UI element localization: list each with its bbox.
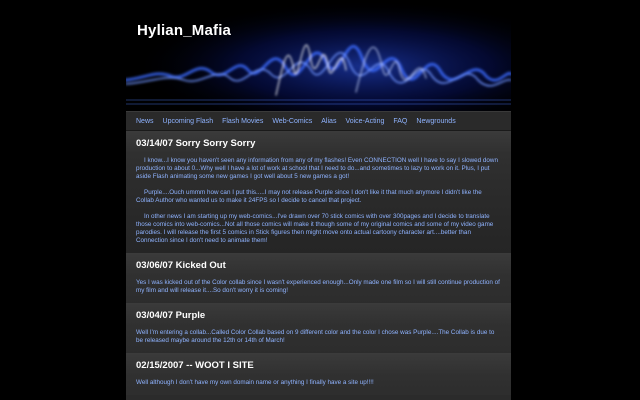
nav-alias[interactable]: Alias [321,118,336,125]
site-title: Hylian_Mafia [137,22,232,39]
news-post: 03/14/07 Sorry Sorry Sorry I know...I kn… [126,131,511,253]
post-body: Well although I don't have my own domain… [136,379,501,387]
post-title: 02/15/2007 -- WOOT I SITE [136,360,254,371]
news-post: 03/04/07 Purple Well I'm entering a coll… [126,303,511,353]
post-paragraph: Well although I don't have my own domain… [136,379,374,386]
post-title: 03/04/07 Purple [136,310,206,321]
post-paragraph: I know...I know you haven't seen any inf… [136,157,498,180]
header-banner: Hylian_Mafia [126,0,511,111]
post-body: Yes I was kicked out of the Color collab… [136,279,501,295]
nav-newgrounds[interactable]: Newgrounds [416,118,455,125]
post-paragraph: Well I'm entering a collab...Called Colo… [136,329,495,344]
nav-voice-acting[interactable]: Voice-Acting [345,118,384,125]
post-body: Well I'm entering a collab...Called Colo… [136,329,501,345]
nav-news[interactable]: News [136,118,154,125]
post-paragraph: In other news I am starting up my web-co… [136,213,494,244]
post-body: I know...I know you haven't seen any inf… [136,157,501,245]
nav-flash-movies[interactable]: Flash Movies [222,118,263,125]
post-paragraph: Yes I was kicked out of the Color collab… [136,279,500,294]
nav-web-comics[interactable]: Web-Comics [272,118,312,125]
news-post: 02/15/2007 -- WOOT I SITE Well although … [126,353,511,395]
post-paragraph: Purple....Ouch ummm how can I put this..… [136,189,482,204]
nav-faq[interactable]: FAQ [393,118,407,125]
page-container: Hylian_Mafia News Upcoming Flash Flash M… [126,0,511,400]
sound-wave-graphic [126,0,511,111]
nav-upcoming-flash[interactable]: Upcoming Flash [163,118,214,125]
main-nav: News Upcoming Flash Flash Movies Web-Com… [126,111,511,131]
post-title: 03/06/07 Kicked Out [136,260,226,271]
post-title: 03/14/07 Sorry Sorry Sorry [136,138,256,149]
news-post: 03/06/07 Kicked Out Yes I was kicked out… [126,253,511,303]
